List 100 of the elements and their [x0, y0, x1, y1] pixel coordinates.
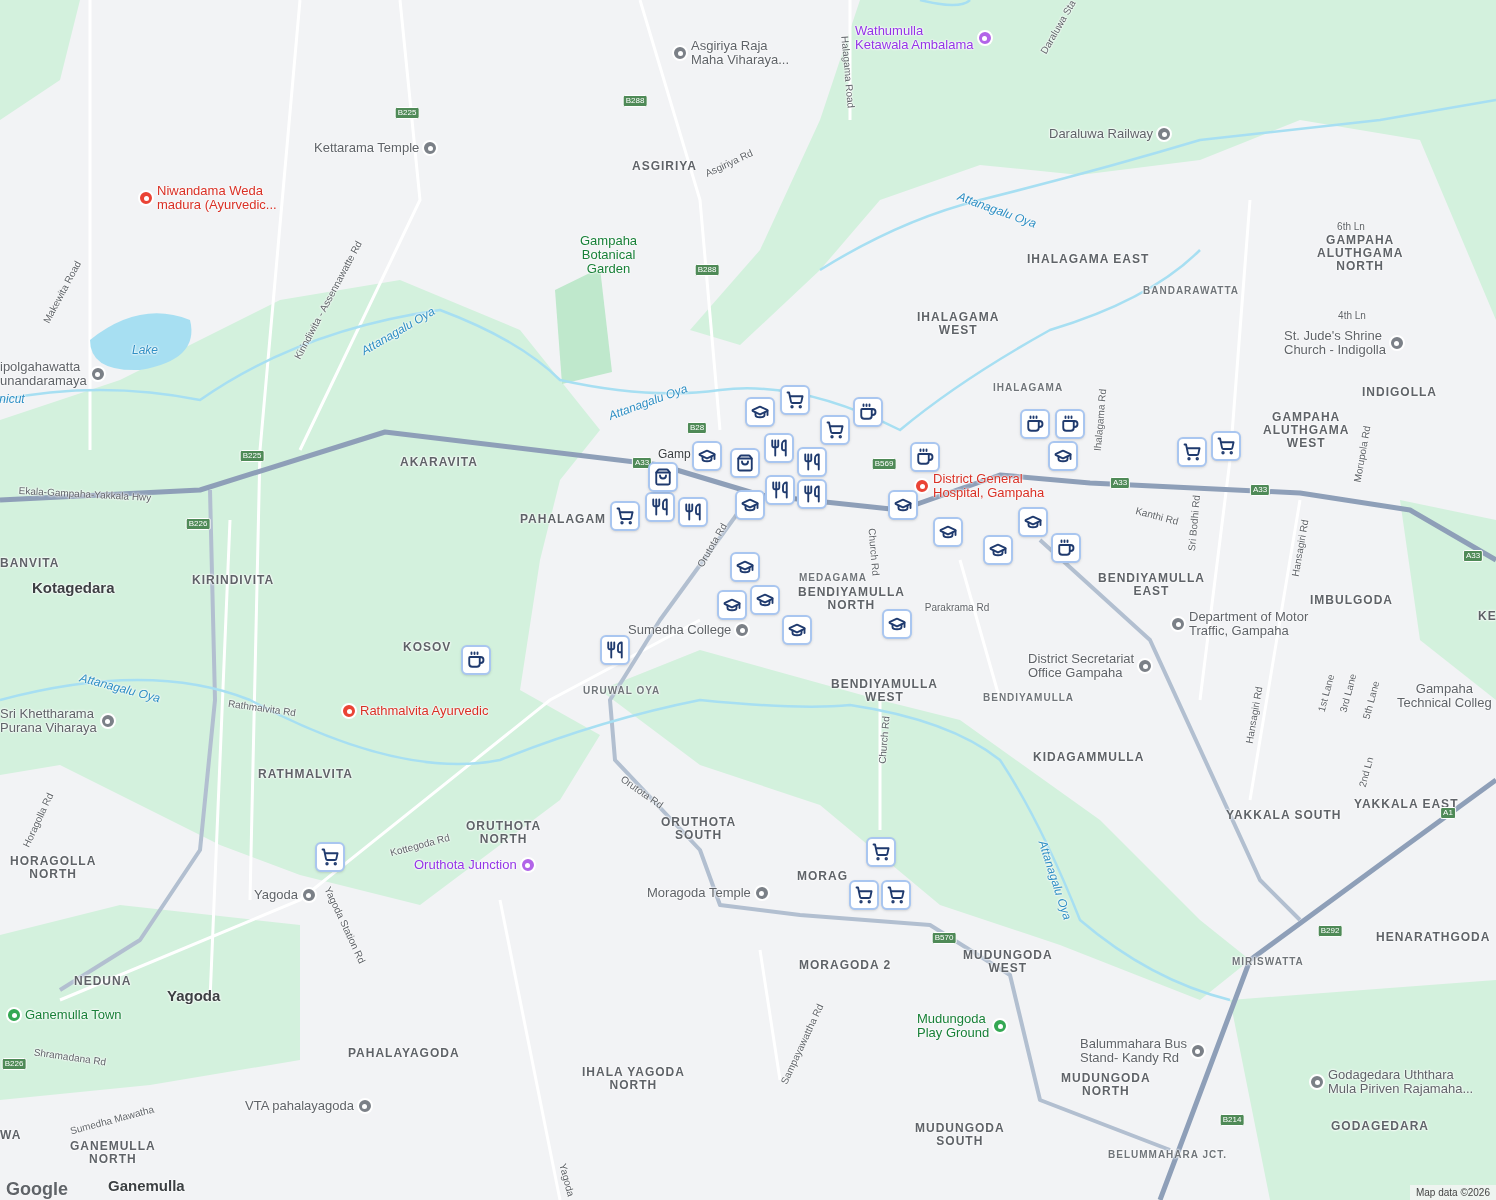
area-label: RATHMALVITA — [258, 768, 353, 781]
graduation-cap-marker-icon[interactable] — [882, 609, 912, 639]
place-label[interactable]: Gampaha Botanical Garden — [580, 234, 638, 276]
place-label[interactable]: VTA pahalayagoda — [245, 1099, 354, 1113]
place-label[interactable]: Moragoda Temple — [647, 886, 751, 900]
place-label[interactable]: Department of Motor Traffic, Gampaha — [1189, 610, 1309, 638]
place-label[interactable]: ipolgahawatta unandaramaya — [0, 360, 87, 388]
town-label: Gamp — [658, 446, 691, 463]
bag-marker-icon[interactable] — [648, 462, 678, 492]
place-label[interactable]: Oruthota Junction — [414, 858, 517, 872]
place-marker-icon[interactable] — [1170, 616, 1186, 632]
place-marker-icon[interactable] — [356, 1098, 373, 1114]
graduation-cap-marker-icon[interactable] — [983, 535, 1013, 565]
route-shield: A33 — [1249, 484, 1271, 496]
area-label: KIRINDIVITA — [192, 574, 275, 587]
road-label: 1st Lane — [1314, 672, 1338, 714]
place-label[interactable]: Yagoda — [254, 888, 298, 902]
fork-knife-marker-icon[interactable] — [764, 433, 794, 463]
place-label[interactable]: District Secretariat Office Gampaha — [1028, 652, 1135, 680]
cart-marker-icon[interactable] — [881, 880, 911, 910]
place-marker-icon[interactable] — [672, 45, 688, 61]
fork-knife-marker-icon[interactable] — [765, 475, 795, 505]
fork-knife-marker-icon[interactable] — [797, 479, 827, 509]
graduation-cap-marker-icon[interactable] — [717, 590, 747, 620]
graduation-cap-marker-icon[interactable] — [745, 397, 775, 427]
place-marker-icon[interactable] — [1137, 658, 1154, 674]
cup-marker-icon[interactable] — [1051, 533, 1081, 563]
area-label: PAHALAGAM — [520, 513, 607, 526]
place-marker-icon[interactable] — [138, 190, 154, 206]
cup-marker-icon[interactable] — [461, 645, 491, 675]
place-label[interactable]: Gampaha Technical Colleg — [1397, 682, 1492, 710]
place-marker-icon[interactable] — [992, 1018, 1009, 1034]
cup-marker-icon[interactable] — [853, 397, 883, 427]
bag-marker-icon[interactable] — [730, 448, 760, 478]
road-label: Parakrama Rd — [924, 600, 990, 615]
town-label: Kotagedara — [32, 578, 115, 598]
area-label: MEDAGAMA — [799, 571, 867, 584]
place-label[interactable]: Rathmalvita Ayurvedic — [360, 704, 489, 718]
place-label[interactable]: Wathumulla Ketawala Ambalama — [855, 24, 974, 52]
graduation-cap-marker-icon[interactable] — [730, 552, 760, 582]
fork-knife-marker-icon[interactable] — [600, 635, 630, 665]
place-label[interactable]: Sri Khettharama Purana Viharaya — [0, 707, 97, 735]
place-label[interactable]: Godagedara Uththara Mula Piriven Rajamaha... — [1328, 1068, 1474, 1096]
graduation-cap-marker-icon[interactable] — [750, 585, 780, 615]
place-marker-icon[interactable] — [1189, 1043, 1206, 1059]
fork-knife-marker-icon[interactable] — [645, 492, 675, 522]
place-label[interactable]: Sumedha College — [628, 623, 732, 637]
route-shield: A1 — [1440, 807, 1456, 819]
cart-marker-icon[interactable] — [820, 415, 850, 445]
cart-marker-icon[interactable] — [315, 842, 345, 872]
route-shield: B292 — [1317, 925, 1343, 937]
graduation-cap-marker-icon[interactable] — [1048, 441, 1078, 471]
place-label[interactable]: Niwandama Weda madura (Ayurvedic... — [157, 184, 277, 212]
place-label[interactable]: Balummahara Bus Stand- Kandy Rd — [1080, 1037, 1187, 1065]
place-marker-icon[interactable] — [1388, 335, 1405, 351]
cart-marker-icon[interactable] — [849, 880, 879, 910]
cart-marker-icon[interactable] — [1211, 431, 1241, 461]
fork-knife-marker-icon[interactable] — [797, 447, 827, 477]
route-shield: B569 — [871, 458, 897, 470]
graduation-cap-marker-icon[interactable] — [1018, 507, 1048, 537]
area-label: IHALAGAMA WEST — [917, 311, 1000, 337]
cart-marker-icon[interactable] — [866, 837, 896, 867]
place-label[interactable]: Ganemulla Town — [25, 1008, 122, 1022]
road-label: Church Rd — [875, 715, 893, 765]
place-label[interactable]: Kettarama Temple — [314, 141, 420, 155]
cart-marker-icon[interactable] — [1177, 437, 1207, 467]
place-marker-icon[interactable] — [422, 140, 439, 156]
road-label: Shramadana Rd — [32, 1045, 108, 1070]
road-label: Yagoda — [556, 1161, 578, 1199]
cup-marker-icon[interactable] — [910, 442, 940, 472]
cup-marker-icon[interactable] — [1055, 409, 1085, 439]
cup-marker-icon[interactable] — [1020, 409, 1050, 439]
water-label: Lake — [132, 342, 158, 359]
place-marker-icon[interactable] — [753, 885, 770, 901]
place-label[interactable]: Mudungoda Play Ground — [917, 1012, 990, 1040]
area-label: MORAGODA 2 — [799, 959, 892, 972]
route-shield: B226 — [1, 1058, 27, 1070]
graduation-cap-marker-icon[interactable] — [735, 490, 765, 520]
place-marker-icon[interactable] — [734, 622, 751, 638]
area-label: IHALAGAMA EAST — [1027, 253, 1150, 266]
graduation-cap-marker-icon[interactable] — [782, 615, 812, 645]
road-label: Morupola Rd — [1350, 424, 1374, 484]
place-label[interactable]: Daraluwa Railway — [1049, 127, 1154, 141]
place-label[interactable]: Asgiriya Raja Maha Viharaya... — [691, 39, 790, 67]
road-label: 4th Ln — [1338, 308, 1366, 323]
fork-knife-marker-icon[interactable] — [678, 497, 708, 527]
graduation-cap-marker-icon[interactable] — [933, 517, 963, 547]
road-label: Sri Bodhi Rd — [1185, 494, 1203, 552]
cart-marker-icon[interactable] — [780, 385, 810, 415]
graduation-cap-marker-icon[interactable] — [888, 490, 918, 520]
road-label: Ekala-Gampaha-Yakkala Hwy — [18, 484, 152, 505]
place-marker-icon[interactable] — [300, 887, 317, 903]
place-marker-icon[interactable] — [519, 857, 536, 873]
cart-marker-icon[interactable] — [610, 501, 640, 531]
place-marker-icon[interactable] — [914, 478, 930, 494]
road-label: Church Rd — [866, 527, 883, 577]
graduation-cap-marker-icon[interactable] — [692, 441, 722, 471]
area-label: IMBULGODA — [1310, 594, 1393, 607]
place-label[interactable]: District General Hospital, Gampaha — [933, 472, 1045, 500]
place-label[interactable]: St. Jude's Shrine Church - Indigolla — [1284, 329, 1386, 357]
